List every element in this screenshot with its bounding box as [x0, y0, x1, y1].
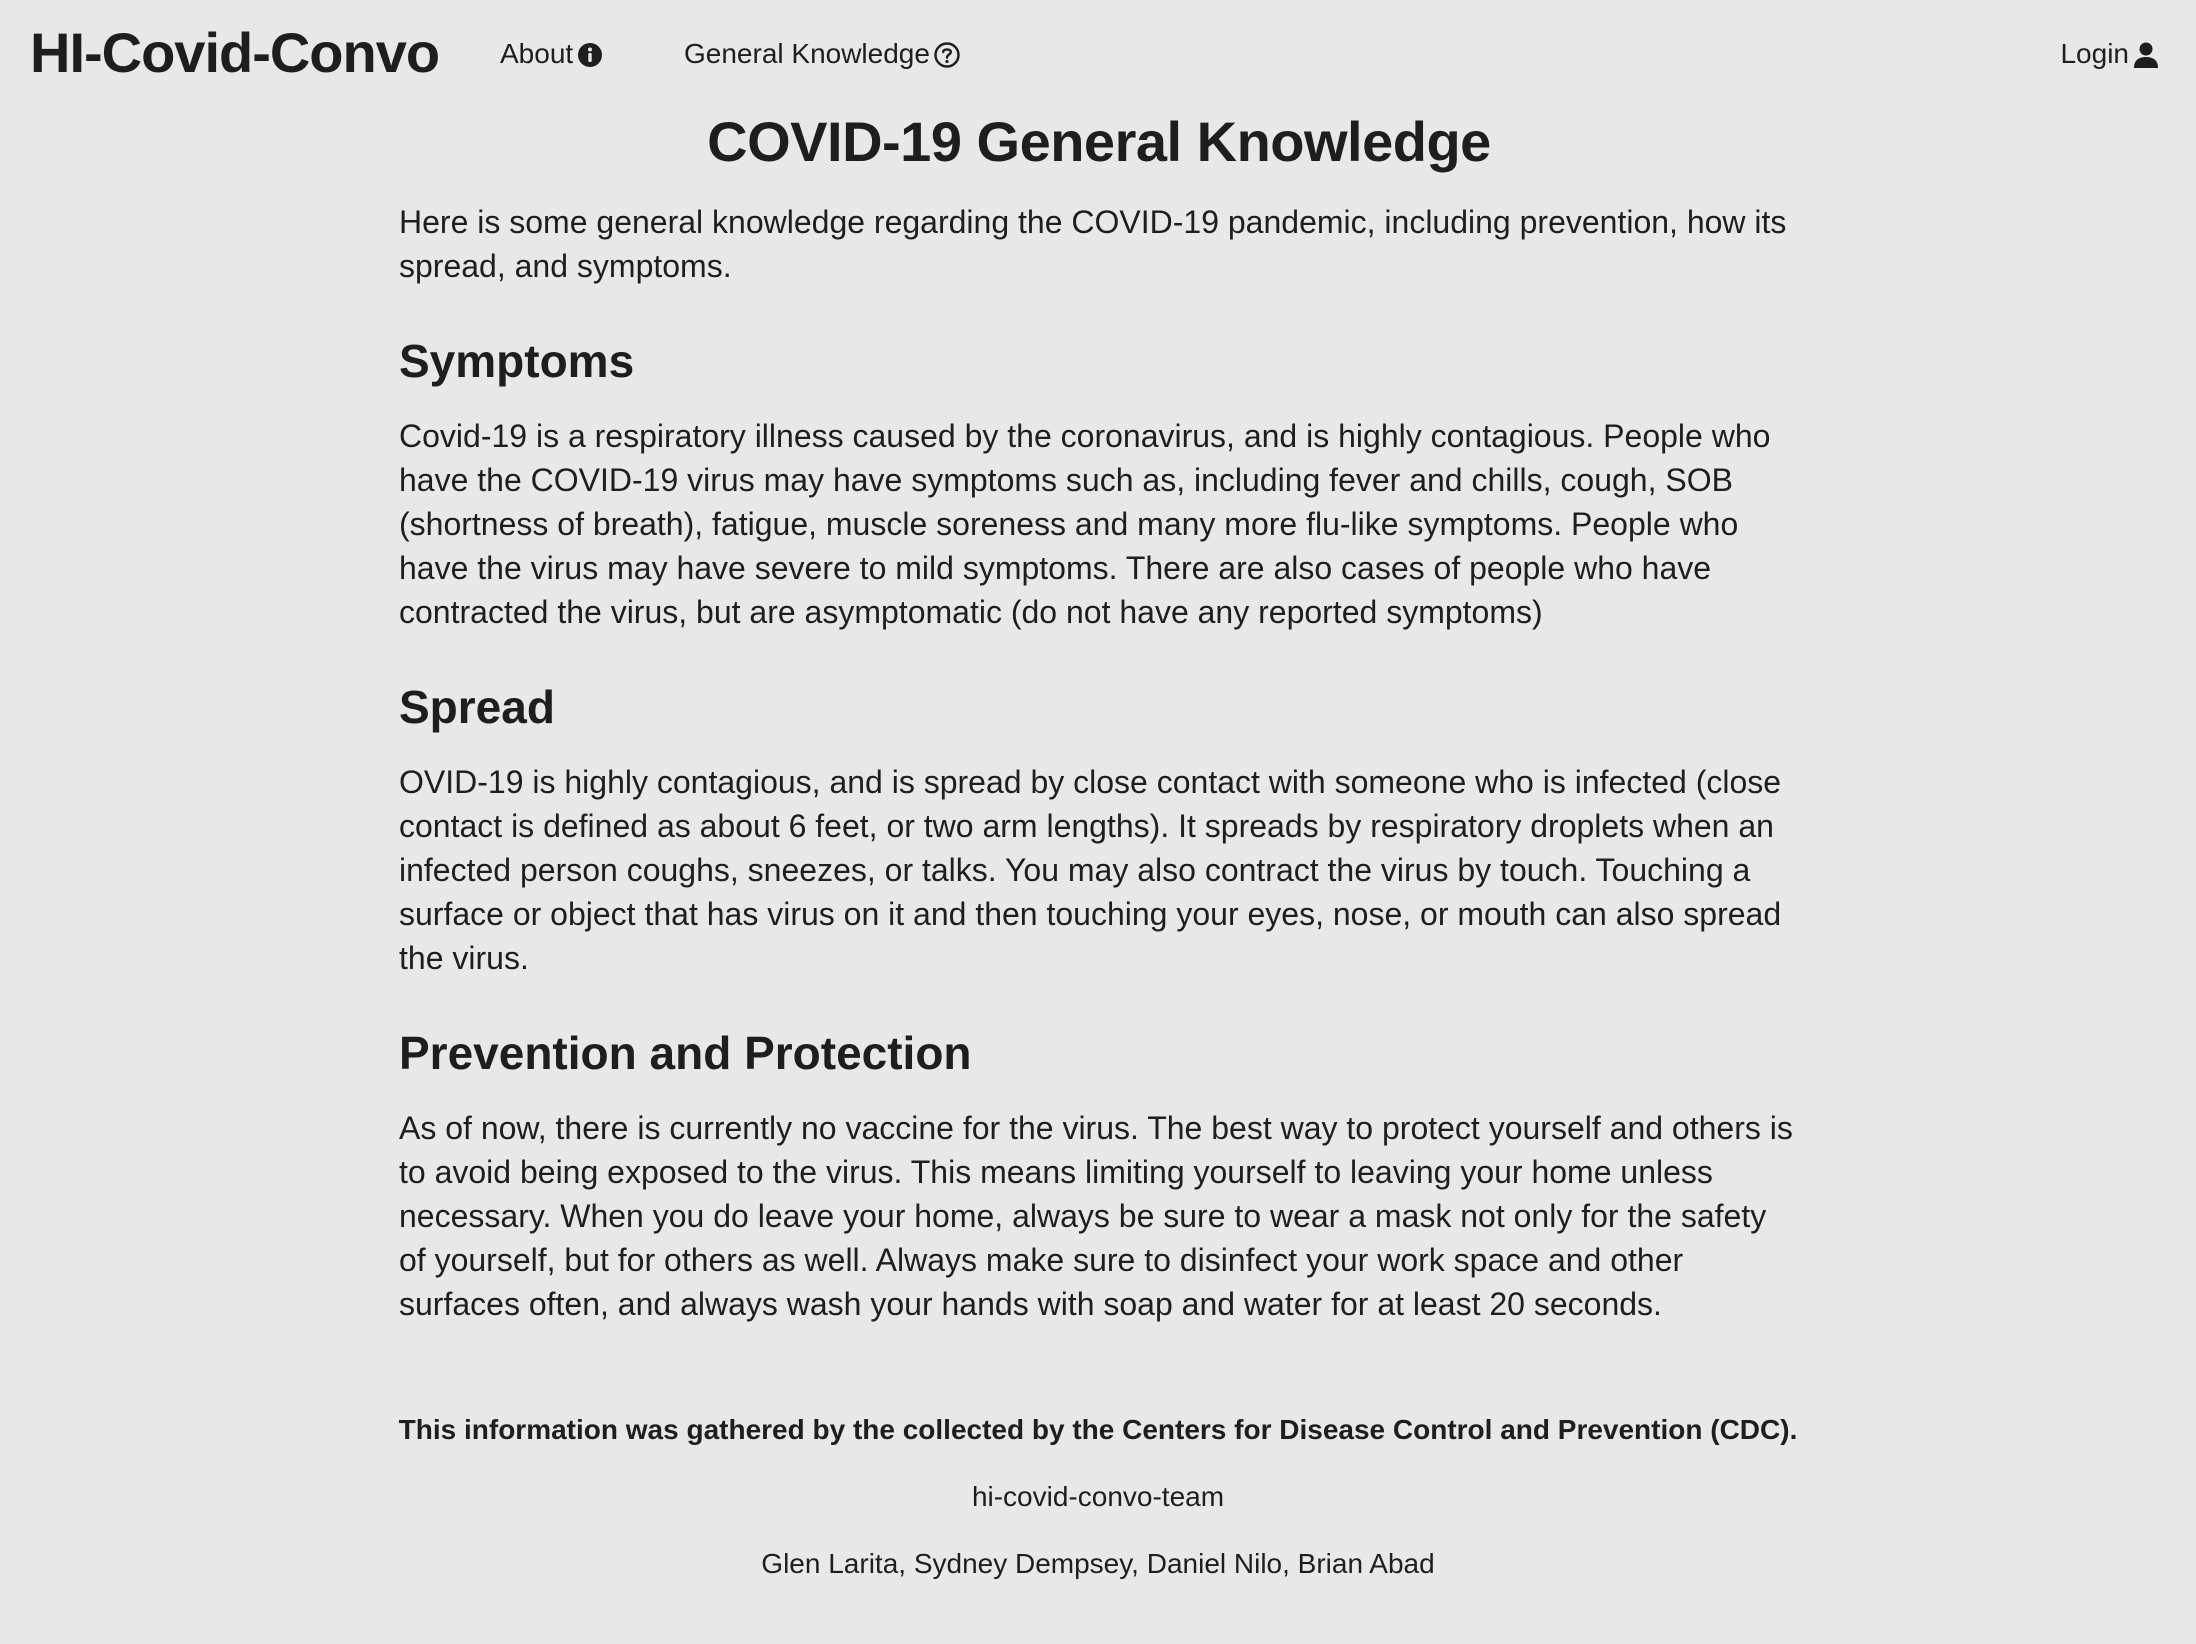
footer-credit: This information was gathered by the col… [398, 1414, 1798, 1445]
footer: This information was gathered by the col… [0, 1410, 2196, 1584]
footer-team-name: hi-covid-convo-team [971, 1481, 1225, 1512]
nav-login-link[interactable]: Login [2060, 34, 2160, 74]
intro-paragraph: Here is some general knowledge regarding… [399, 204, 1787, 284]
footer-team-members: Glen Larita, Sydney Dempsey, Daniel Nilo… [761, 1548, 1435, 1579]
nav-about-label: About [500, 38, 574, 69]
nav-login-label: Login [2060, 38, 2129, 69]
top-navbar: HI-Covid-Convo About General Knowledge L… [0, 0, 2196, 108]
main-content: COVID-19 General Knowledge Here is some … [399, 104, 1799, 1326]
nav-general-knowledge-link[interactable]: General Knowledge [684, 34, 961, 74]
nav-about-link[interactable]: About [500, 34, 604, 74]
prevention-heading: Prevention and Protection [399, 1027, 972, 1079]
nav-general-knowledge-label: General Knowledge [684, 38, 930, 69]
brand-logo[interactable]: HI-Covid-Convo [30, 18, 440, 88]
symptoms-heading: Symptoms [399, 335, 635, 387]
info-circle-icon [576, 40, 604, 68]
symptoms-body: Covid-19 is a respiratory illness caused… [399, 418, 1771, 630]
spread-heading: Spread [399, 681, 555, 733]
user-icon [2132, 40, 2160, 68]
question-circle-icon [933, 40, 961, 68]
spread-body: OVID-19 is highly contagious, and is spr… [399, 764, 1782, 976]
prevention-body: As of now, there is currently no vaccine… [399, 1110, 1793, 1322]
page-title: COVID-19 General Knowledge [707, 110, 1491, 173]
